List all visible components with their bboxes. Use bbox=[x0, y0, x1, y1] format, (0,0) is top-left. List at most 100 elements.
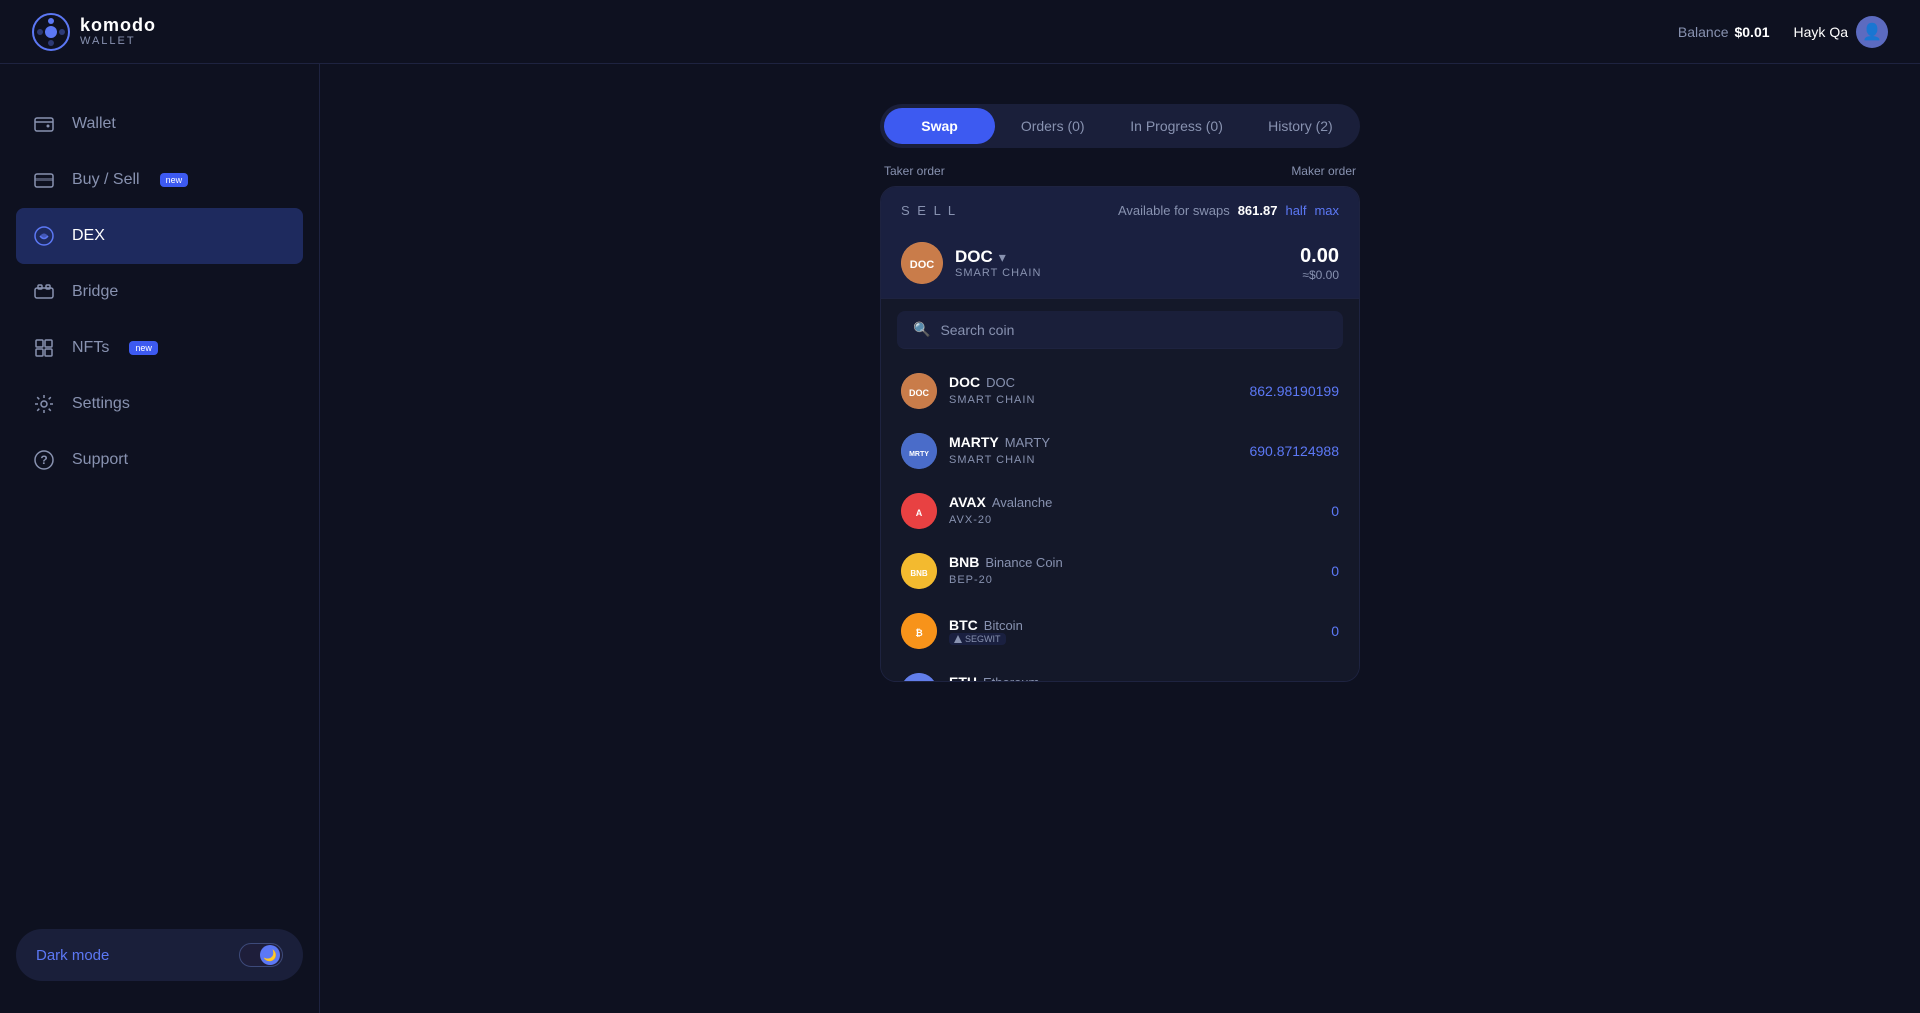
sidebar-item-nfts[interactable]: NFTs new bbox=[0, 320, 319, 376]
selected-coin-avatar: DOC bbox=[901, 242, 943, 284]
coin-list-ticker-row: MARTY MARTY bbox=[949, 434, 1050, 450]
coin-list-balance: 0 bbox=[1331, 623, 1339, 639]
user-avatar: 👤 bbox=[1856, 16, 1888, 48]
tab-swap[interactable]: Swap bbox=[884, 108, 995, 144]
card-icon bbox=[32, 168, 56, 192]
coin-list-ticker: BNB bbox=[949, 554, 979, 570]
sidebar-item-support[interactable]: ? Support bbox=[0, 432, 319, 488]
coin-list-left: MRTY MARTY MARTY SMART CHAIN bbox=[901, 433, 1050, 469]
coin-list-left: BNB BNB Binance Coin BEP-20 bbox=[901, 553, 1063, 589]
coin-list-left: Ξ ETH Ethereum ERC-20 bbox=[901, 673, 1039, 681]
coin-list-ticker-row: DOC DOC bbox=[949, 374, 1035, 390]
half-button[interactable]: half bbox=[1285, 203, 1306, 218]
dark-mode-toggle[interactable]: Dark mode 🌙 bbox=[16, 929, 303, 981]
coin-list-fullname: Bitcoin bbox=[984, 618, 1023, 633]
tab-history[interactable]: History (2) bbox=[1245, 108, 1356, 144]
sidebar-item-dex-label: DEX bbox=[72, 227, 105, 245]
list-item[interactable]: Ξ ETH Ethereum ERC-20 0 bbox=[885, 661, 1355, 681]
content-area: Swap Orders (0) In Progress (0) History … bbox=[320, 64, 1920, 1013]
svg-text:MRTY: MRTY bbox=[909, 451, 929, 458]
coin-list-fullname: MARTY bbox=[1005, 435, 1050, 450]
coin-list-balance: 690.87124988 bbox=[1249, 443, 1339, 459]
coin-avatar-marty: MRTY bbox=[901, 433, 937, 469]
coin-list-ticker: BTC bbox=[949, 617, 978, 633]
order-labels: Taker order Maker order bbox=[880, 164, 1360, 178]
search-input[interactable] bbox=[940, 322, 1327, 338]
available-amount: 861.87 bbox=[1238, 203, 1278, 218]
sidebar-item-wallet[interactable]: Wallet bbox=[0, 96, 319, 152]
taker-order-label: Taker order bbox=[884, 164, 945, 178]
coin-list-chain: SMART CHAIN bbox=[949, 394, 1035, 406]
coin-list-name-area: MARTY MARTY SMART CHAIN bbox=[949, 434, 1050, 468]
available-label: Available for swaps bbox=[1118, 203, 1230, 218]
list-item[interactable]: BNB BNB Binance Coin BEP-20 0 bbox=[885, 541, 1355, 601]
coin-list-fullname: Binance Coin bbox=[985, 555, 1062, 570]
coin-list-left: ₿ BTC Bitcoin SEGWIT bbox=[901, 613, 1023, 649]
settings-icon bbox=[32, 392, 56, 416]
coin-ticker: DOC bbox=[955, 247, 993, 267]
tab-inprogress[interactable]: In Progress (0) bbox=[1110, 108, 1243, 144]
balance-amount: $0.01 bbox=[1734, 24, 1769, 40]
svg-text:BNB: BNB bbox=[910, 569, 928, 578]
coin-dropdown: 🔍 DOC DOC DOC bbox=[881, 298, 1359, 681]
coin-selector[interactable]: DOC DOC ▾ SMART CHAIN 0.00 bbox=[901, 230, 1339, 298]
buy-sell-badge: new bbox=[160, 173, 189, 187]
coin-list-chain: SMART CHAIN bbox=[949, 454, 1035, 466]
sell-section: S e l l Available for swaps 861.87 half … bbox=[881, 187, 1359, 298]
balance-area: Balance $0.01 bbox=[1678, 24, 1770, 40]
bridge-icon bbox=[32, 280, 56, 304]
sidebar-item-settings[interactable]: Settings bbox=[0, 376, 319, 432]
coin-list-name-area: DOC DOC SMART CHAIN bbox=[949, 374, 1035, 408]
coin-list-name-area: AVAX Avalanche AVX-20 bbox=[949, 494, 1052, 528]
coin-list-ticker: DOC bbox=[949, 374, 980, 390]
sidebar-item-dex[interactable]: DEX bbox=[16, 208, 303, 264]
list-item[interactable]: DOC DOC DOC SMART CHAIN 862.98190199 bbox=[885, 361, 1355, 421]
sidebar-item-settings-label: Settings bbox=[72, 395, 130, 413]
coin-amount-area: 0.00 ≈$0.00 bbox=[1300, 245, 1339, 282]
coin-avatar-eth: Ξ bbox=[901, 673, 937, 681]
header-right: Balance $0.01 Hayk Qa 👤 bbox=[1678, 16, 1888, 48]
support-icon: ? bbox=[32, 448, 56, 472]
coin-chain: SMART CHAIN bbox=[955, 267, 1041, 279]
sell-header: S e l l Available for swaps 861.87 half … bbox=[901, 203, 1339, 218]
dex-icon bbox=[32, 224, 56, 248]
coin-list-name-area: BNB Binance Coin BEP-20 bbox=[949, 554, 1063, 588]
svg-text:A: A bbox=[916, 508, 923, 518]
coin-list-name-area: ETH Ethereum ERC-20 bbox=[949, 674, 1039, 681]
svg-text:?: ? bbox=[40, 453, 47, 467]
dark-mode-label: Dark mode bbox=[36, 947, 109, 964]
coin-name-area: DOC ▾ SMART CHAIN bbox=[955, 247, 1041, 279]
list-item[interactable]: MRTY MARTY MARTY SMART CHAIN 690.8712498… bbox=[885, 421, 1355, 481]
svg-text:DOC: DOC bbox=[909, 388, 930, 398]
nfts-icon bbox=[32, 336, 56, 360]
coin-left[interactable]: DOC DOC ▾ SMART CHAIN bbox=[901, 242, 1041, 284]
chevron-down-icon: ▾ bbox=[999, 249, 1006, 266]
user-area[interactable]: Hayk Qa 👤 bbox=[1794, 16, 1888, 48]
logo-wallet: WALLET bbox=[80, 35, 156, 47]
sidebar-item-bridge[interactable]: Bridge bbox=[0, 264, 319, 320]
logo-komodo: komodo bbox=[80, 16, 156, 36]
tab-orders[interactable]: Orders (0) bbox=[997, 108, 1108, 144]
sidebar-item-buy-sell[interactable]: Buy / Sell new bbox=[0, 152, 319, 208]
sidebar: Wallet Buy / Sell new DEX bbox=[0, 64, 320, 1013]
search-bar: 🔍 bbox=[897, 311, 1343, 349]
search-icon: 🔍 bbox=[913, 321, 930, 338]
list-item[interactable]: A AVAX Avalanche AVX-20 0 bbox=[885, 481, 1355, 541]
logo-area: komodo WALLET bbox=[32, 13, 156, 51]
dark-mode-toggle-pill[interactable]: 🌙 bbox=[239, 943, 283, 967]
coin-list-ticker: MARTY bbox=[949, 434, 999, 450]
max-button[interactable]: max bbox=[1314, 203, 1339, 218]
coin-list-chain: AVX-20 bbox=[949, 514, 992, 526]
coin-list-balance: 0 bbox=[1331, 503, 1339, 519]
coin-list-chain: BEP-20 bbox=[949, 574, 993, 586]
segwit-badge: SEGWIT bbox=[949, 633, 1006, 645]
balance-label: Balance bbox=[1678, 24, 1729, 40]
swap-tabs: Swap Orders (0) In Progress (0) History … bbox=[880, 104, 1360, 148]
sell-label: S e l l bbox=[901, 203, 957, 218]
maker-order-label: Maker order bbox=[1291, 164, 1356, 178]
coin-avatar-btc: ₿ bbox=[901, 613, 937, 649]
coin-usd: ≈$0.00 bbox=[1300, 268, 1339, 282]
swap-panel: S e l l Available for swaps 861.87 half … bbox=[880, 186, 1360, 682]
list-item[interactable]: ₿ BTC Bitcoin SEGWIT bbox=[885, 601, 1355, 661]
dark-mode-toggle-knob: 🌙 bbox=[260, 945, 280, 965]
